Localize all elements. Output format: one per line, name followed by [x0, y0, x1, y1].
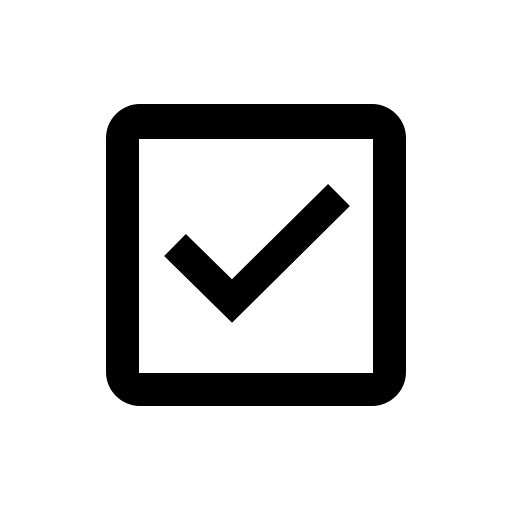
checkbox-frame — [106, 104, 406, 406]
checkmark-icon — [164, 183, 350, 323]
icon-canvas — [0, 0, 512, 512]
checked-checkbox-icon[interactable] — [0, 0, 512, 512]
